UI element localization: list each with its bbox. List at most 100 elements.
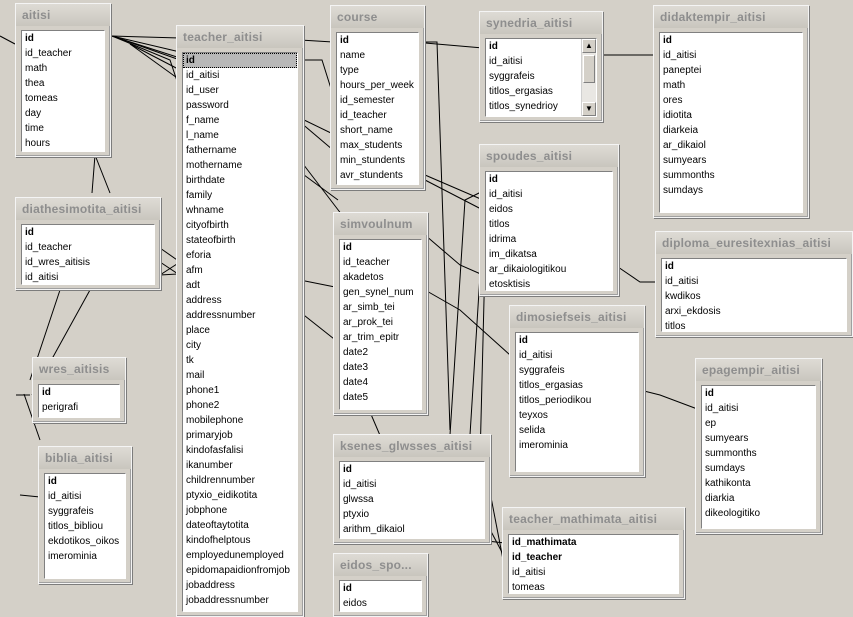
field-item[interactable]: titlos [662,319,846,331]
field-item[interactable]: sumdays [660,183,802,198]
table-title[interactable]: simvoulnum [334,213,427,235]
table-diathesimotita-aitisi[interactable]: diathesimotita_aitisi id id_teacher id_w… [15,197,161,290]
field-item[interactable]: syggrafeis [486,69,596,84]
field-item[interactable]: glwssa [340,492,484,507]
field-item[interactable]: diarkia [702,491,815,506]
field-item[interactable]: jobaddressnumber [183,593,297,608]
table-biblia-aitisi[interactable]: biblia_aitisi id id_aitisi syggrafeis ti… [38,446,132,584]
field-item[interactable]: id_aitisi [516,348,638,363]
field-item[interactable]: ar_simb_tei [340,300,421,315]
field-item[interactable]: ores [660,93,802,108]
field-item[interactable]: primaryjob [183,428,297,443]
table-dimosiefseis-aitisi[interactable]: dimosiefseis_aitisi id id_aitisi syggraf… [509,305,645,477]
table-title[interactable]: didaktempir_aitisi [654,6,808,28]
field-item[interactable]: id_aitisi [660,48,802,63]
field-item[interactable]: id_aitisi [662,274,846,289]
field-item[interactable]: imerominia [516,438,638,453]
table-title[interactable]: teacher_aitisi [177,26,303,48]
field-item[interactable]: id_teacher [337,108,418,123]
field-item[interactable]: date3 [340,360,421,375]
field-item[interactable]: time [22,121,104,136]
field-list[interactable]: id_mathimata id_teacher id_aitisi tomeas [508,534,679,594]
field-item[interactable]: dateoftaytotita [183,518,297,533]
field-item[interactable]: etosktisis [486,277,612,290]
table-course[interactable]: course id name type hours_per_week id_se… [330,5,425,190]
table-title[interactable]: wres_aitisis [33,358,125,380]
field-item[interactable]: mobilephone [183,413,297,428]
field-item[interactable]: id [486,172,612,187]
field-list[interactable]: id id_aitisi syggrafeis titlos_ergasias … [485,38,597,117]
field-item[interactable]: thea [22,76,104,91]
field-item[interactable]: short_name [337,123,418,138]
field-item[interactable]: id [183,53,297,68]
field-item[interactable]: ikanumber [183,458,297,473]
field-list[interactable]: id id_teacher akadetos gen_synel_num ar_… [339,239,422,410]
field-item[interactable]: sumdays [702,461,815,476]
field-item[interactable]: date5 [340,390,421,405]
table-title[interactable]: eidos_spo... [334,554,427,576]
field-item[interactable]: ar_dikaiologitikou [486,262,612,277]
field-item[interactable]: sumyears [702,431,815,446]
table-wres-aitisis[interactable]: wres_aitisis id perigrafi [32,357,126,423]
field-item[interactable]: id_aitisi [340,477,484,492]
field-item[interactable]: gen_synel_num [340,285,421,300]
field-list[interactable]: id id_aitisi syggrafeis titlos_ergasias … [515,332,639,472]
field-item[interactable]: id_teacher [22,240,154,255]
field-item[interactable]: min_stundents [337,153,418,168]
field-item[interactable]: id_teacher [340,255,421,270]
table-title[interactable]: spoudes_aitisi [480,145,618,167]
field-item[interactable]: id_mathimata [509,535,678,550]
field-list[interactable]: id id_aitisi eidos titlos idrima im_dika… [485,171,613,291]
field-item[interactable]: adt [183,278,297,293]
table-eidos-spoudon[interactable]: eidos_spo... id eidos [333,553,428,617]
field-item[interactable]: perigrafi [39,400,119,415]
field-item[interactable]: employedunemployed [183,548,297,563]
field-list[interactable]: id id_aitisi glwssa ptyxio arithm_dikaio… [339,461,485,539]
field-item[interactable]: sumyears [660,153,802,168]
field-item[interactable]: phone1 [183,383,297,398]
scroll-thumb[interactable] [583,55,595,83]
field-item[interactable]: idrima [486,232,612,247]
field-item[interactable]: ep [702,416,815,431]
field-item[interactable]: jobphone [183,503,297,518]
field-item[interactable]: titlos_ergasias [486,84,596,99]
field-list[interactable]: id id_aitisi ep sumyears summonths sumda… [701,385,816,529]
field-item[interactable]: diarkeia [660,123,802,138]
field-item[interactable]: id [662,259,846,274]
field-item[interactable]: phone2 [183,398,297,413]
field-item[interactable]: id [39,385,119,400]
field-item[interactable]: f_name [183,113,297,128]
field-item[interactable]: id [337,33,418,48]
field-item[interactable]: password [183,98,297,113]
field-item[interactable]: ptyxio [340,507,484,522]
table-title[interactable]: teacher_mathimata_aitisi [503,508,684,530]
field-item[interactable]: id_aitisi [702,401,815,416]
field-item[interactable]: id_aitisi [509,565,678,580]
field-list[interactable]: id perigrafi [38,384,120,418]
field-item[interactable]: kwdikos [662,289,846,304]
field-item[interactable]: id [516,333,638,348]
field-list[interactable]: id id_teacher math thea tomeas day time … [21,30,105,152]
field-item[interactable]: id [340,581,421,596]
field-list[interactable]: id id_aitisi syggrafeis titlos_bibliou e… [44,473,126,579]
field-item[interactable]: mothername [183,158,297,173]
field-item[interactable]: childrennumber [183,473,297,488]
field-item[interactable]: afm [183,263,297,278]
field-item[interactable]: imerominia [45,549,125,564]
field-item[interactable]: id_semester [337,93,418,108]
field-item[interactable]: date2 [340,345,421,360]
field-item[interactable]: id_user [183,83,297,98]
field-item[interactable]: syggrafeis [516,363,638,378]
table-title[interactable]: diathesimotita_aitisi [16,198,160,220]
field-item[interactable]: kindofhelptous [183,533,297,548]
field-list[interactable]: id id_aitisi id_user password f_name l_n… [182,52,298,612]
field-item[interactable]: eidos [486,202,612,217]
field-item[interactable]: akadetos [340,270,421,285]
field-item[interactable]: id_teacher [509,550,678,565]
field-item[interactable]: id_wres_aitisis [22,255,154,270]
field-item[interactable]: idiotita [660,108,802,123]
field-list[interactable]: id id_aitisi paneptei math ores idiotita… [659,32,803,213]
field-item[interactable]: city [183,338,297,353]
field-item[interactable]: selida [516,423,638,438]
field-item[interactable]: ar_prok_tei [340,315,421,330]
